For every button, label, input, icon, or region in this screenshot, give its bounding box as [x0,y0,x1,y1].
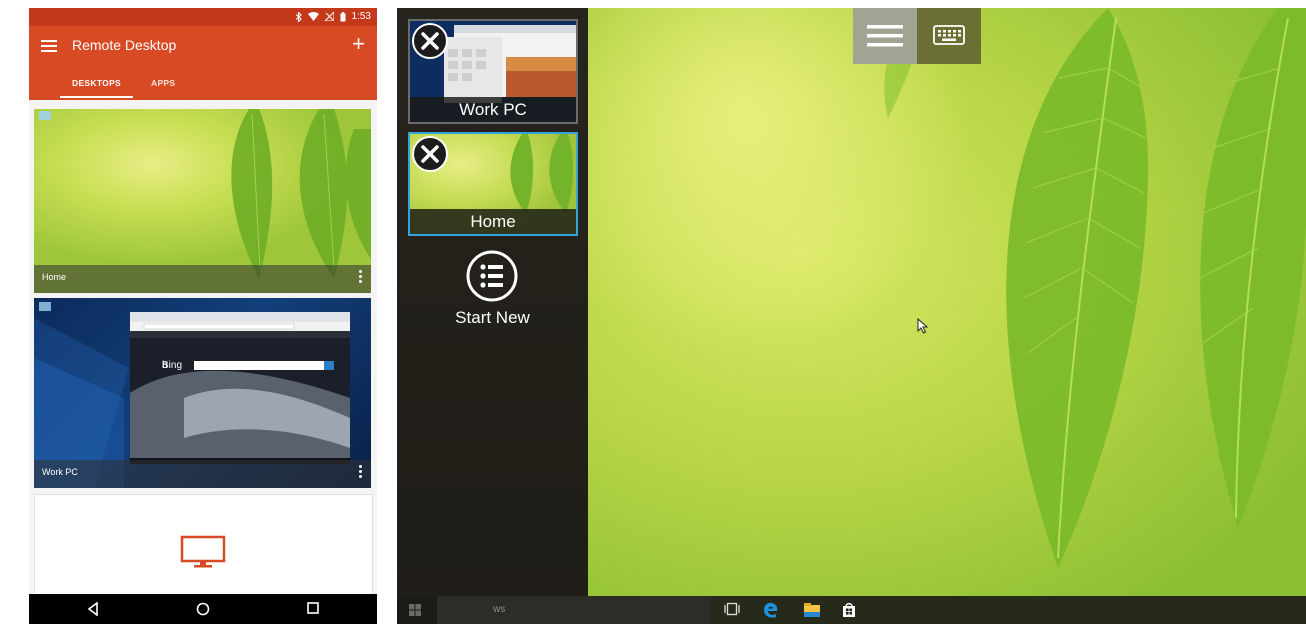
file-explorer-icon[interactable] [803,602,821,618]
phone-app-screen: 1:53 Remote Desktop + DESKTOPS APPS Home [29,8,377,624]
store-icon[interactable] [841,602,857,618]
session-thumbnail-work-pc[interactable]: Work PC [408,19,578,124]
taskbar-search-box[interactable]: ws [437,596,711,624]
windows-taskbar: ws [397,596,1306,624]
keyboard-icon [933,25,965,45]
session-label: Work PC [410,97,576,122]
start-new-button[interactable]: Start New [397,250,588,330]
search-placeholder: ws [493,604,506,615]
list-icon [466,250,518,302]
add-button[interactable]: + [352,33,365,55]
session-menu-button[interactable] [853,8,917,64]
start-new-label: Start New [455,308,530,327]
no-signal-icon [324,12,334,21]
add-desktop-card[interactable] [34,494,373,601]
more-options-icon[interactable] [359,270,363,285]
battery-icon [340,11,346,21]
tab-desktops[interactable]: DESKTOPS [59,78,134,98]
desktop-card-work-pc[interactable]: b Bing Work PC [34,298,371,488]
wifi-icon [307,12,319,21]
menu-icon[interactable] [41,40,57,52]
android-nav-bar [29,594,377,624]
app-bar: Remote Desktop + DESKTOPS APPS [29,26,377,100]
bluetooth-icon [295,11,302,22]
session-sidebar: Work PC Home Start New [397,8,588,624]
hamburger-icon [867,25,903,47]
more-options-icon[interactable] [359,465,363,480]
close-session-icon[interactable] [412,136,448,172]
desktop-name: Work PC [42,467,78,477]
status-time: 1:53 [351,11,371,22]
recents-icon[interactable] [307,602,319,614]
windows-start-icon[interactable] [409,604,421,616]
task-view-icon[interactable] [724,602,740,616]
bing-logo-text: Bing [162,360,183,371]
leaf-wallpaper [884,8,1306,568]
remote-desktop-canvas[interactable] [588,8,1306,624]
desktop-card-home[interactable]: Home [34,109,371,293]
keyboard-button[interactable] [917,8,981,64]
desktop-caption: Work PC [34,460,371,488]
tab-apps[interactable]: APPS [151,78,175,88]
close-session-icon[interactable] [412,23,448,59]
edge-browser-icon[interactable] [763,602,779,618]
app-title: Remote Desktop [72,37,177,53]
session-thumbnail-home[interactable]: Home [408,132,578,236]
back-icon[interactable] [87,602,99,616]
monitor-icon [180,535,226,568]
mouse-pointer-icon [917,318,929,334]
desktop-caption: Home [34,265,371,293]
desktop-name: Home [42,272,67,282]
session-label: Home [410,209,576,234]
home-icon[interactable] [196,602,210,616]
status-bar: 1:53 [29,8,377,26]
